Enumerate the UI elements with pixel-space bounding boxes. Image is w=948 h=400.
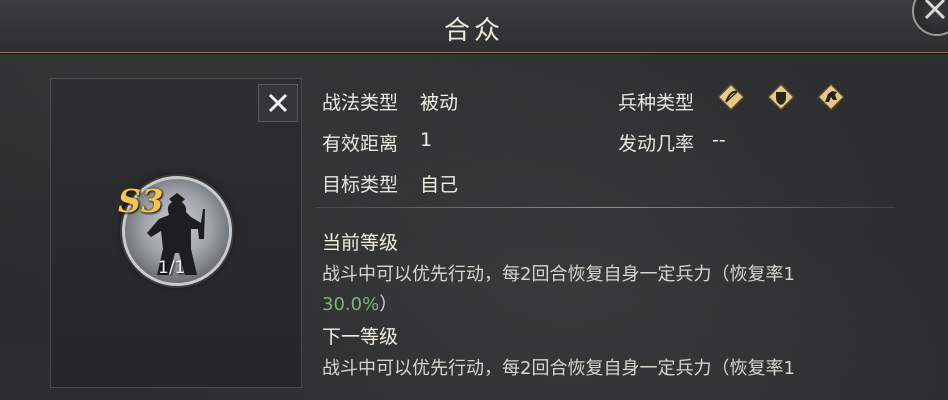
skill-count: 1/1 [158, 258, 186, 278]
archer-icon [717, 83, 745, 111]
shield-icon [767, 83, 795, 111]
current-level-rate: 30.0%） [322, 290, 397, 316]
skill-grade-badge: S3 [118, 182, 164, 220]
trigger-rate-label: 发动几率 [618, 133, 695, 155]
recovery-rate-close: ） [379, 294, 398, 315]
recovery-rate-value: 30.0% [322, 294, 380, 315]
target-type-value: 自己 [420, 174, 459, 196]
trigger-rate-value: -- [712, 129, 726, 151]
target-type-label: 目标类型 [322, 174, 399, 196]
close-icon [924, 0, 946, 20]
title-bar: 合众 [0, 0, 948, 53]
tactic-type-label: 战法类型 [322, 92, 399, 114]
range-label: 有效距离 [322, 133, 399, 155]
unequip-button[interactable] [258, 84, 298, 122]
next-level-title: 下一等级 [322, 326, 399, 348]
current-level-desc: 战斗中可以优先行动，每2回合恢复自身一定兵力（恢复率1 [322, 264, 795, 285]
close-icon [268, 93, 288, 113]
cavalry-icon [817, 83, 845, 111]
page-title: 合众 [443, 16, 504, 46]
next-level-desc: 战斗中可以优先行动，每2回合恢复自身一定兵力（恢复率1 [322, 358, 795, 379]
range-value: 1 [420, 129, 433, 151]
divider [315, 207, 895, 208]
troop-type-label: 兵种类型 [618, 92, 695, 114]
current-level-title: 当前等级 [322, 232, 399, 254]
tactic-type-value: 被动 [420, 92, 459, 114]
